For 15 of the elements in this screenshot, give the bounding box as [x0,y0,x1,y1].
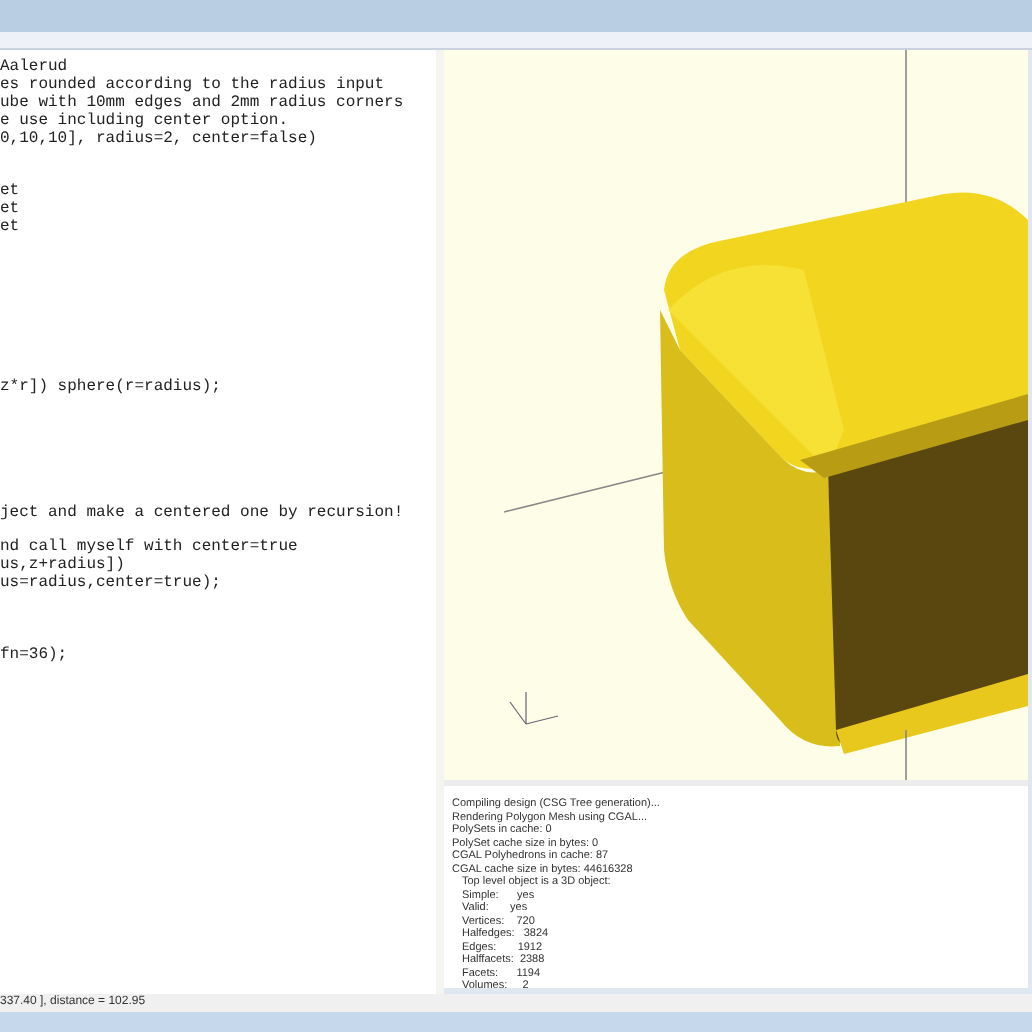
code-line: 0,10,10], radius=2, center=false) [0,129,317,148]
code-editor[interactable] [0,50,444,994]
code-line: et [0,200,20,219]
code-line: us,z+radius]) [0,556,125,575]
code-line: ject and make a centered one by recursion! [0,503,404,521]
code-line: Aalerud [0,58,68,76]
code-line: et [0,182,20,201]
code-line: e use including center option. [0,111,289,130]
code-line: fn=36); [0,645,68,664]
code-line: z*r]) sphere(r=radius); [0,378,221,397]
code-line: us=radius,center=true); [0,574,221,593]
code-line: et [0,218,20,237]
code-line: ube with 10mm edges and 2mm radius corners [0,93,404,112]
code-line: es rounded according to the radius input [0,75,385,94]
code-line: nd call myself with center=true [0,538,298,557]
